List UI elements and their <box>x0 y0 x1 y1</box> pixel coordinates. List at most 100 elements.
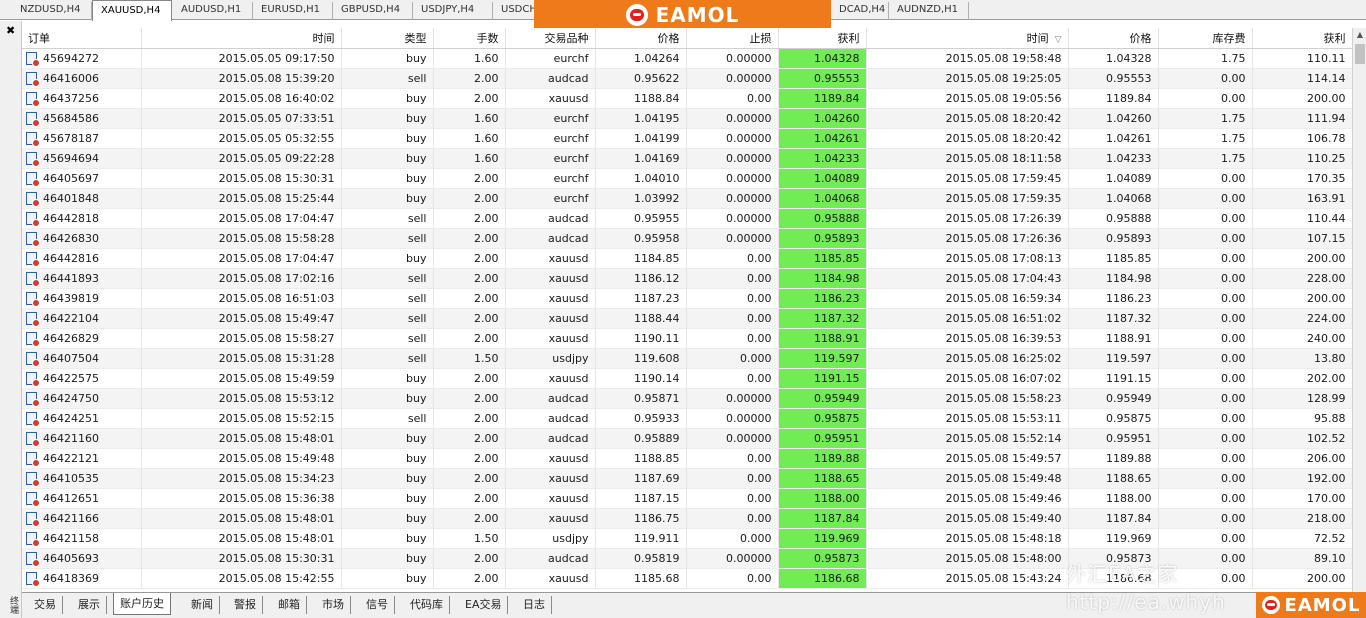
order-number: 46437256 <box>43 91 99 105</box>
cell-open-price: 1187.15 <box>595 488 687 509</box>
chart-tab-usdchf[interactable]: USDCH <box>493 2 535 20</box>
tab-code-base[interactable]: 代码库 <box>404 596 450 614</box>
cell-close-price: 0.95949 <box>1068 388 1159 409</box>
table-row[interactable]: 46412651 2015.05.08 15:36:38 buy 2.00 xauusd… <box>22 488 1352 509</box>
tab-market[interactable]: 市场 <box>316 596 351 614</box>
cell-type: sell <box>341 408 434 429</box>
closed-order-icon <box>26 171 40 187</box>
order-number: 46421160 <box>43 431 99 445</box>
table-row[interactable]: 45694694 2015.05.05 09:22:28 buy 1.60 eurchf… <box>22 148 1352 169</box>
table-row[interactable]: 46442816 2015.05.08 17:04:47 buy 2.00 xauusd… <box>22 248 1352 269</box>
table-row[interactable]: 46421160 2015.05.08 15:48:01 buy 2.00 audcad… <box>22 428 1352 449</box>
table-row[interactable]: 46410535 2015.05.08 15:34:23 buy 2.00 xauusd… <box>22 468 1352 489</box>
table-row[interactable]: 46424251 2015.05.08 15:52:15 sell 2.00 audca… <box>22 408 1352 429</box>
table-row[interactable]: 45678187 2015.05.05 05:32:55 buy 1.60 eurchf… <box>22 128 1352 149</box>
closed-order-icon <box>26 51 40 67</box>
cell-take-profit: 119.597 <box>778 348 867 369</box>
cell-symbol: xauusd <box>505 368 596 389</box>
tab-alerts[interactable]: 警报 <box>228 596 263 614</box>
col-swap[interactable]: 库存费 <box>1158 28 1253 49</box>
table-row[interactable]: 45694272 2015.05.05 09:17:50 buy 1.60 eurchf… <box>22 48 1352 69</box>
tab-trade[interactable]: 交易 <box>28 596 63 614</box>
cell-order: 46416006 <box>22 68 142 89</box>
chart-tab-xauusd[interactable]: XAUUSD,H4 <box>92 0 172 21</box>
cell-volume: 1.50 <box>433 348 506 369</box>
tab-mailbox[interactable]: 邮箱 <box>272 596 307 614</box>
chart-tab-audusd[interactable]: AUDUSD,H1 <box>173 2 253 20</box>
col-close-price[interactable]: 价格 <box>1068 28 1159 49</box>
cell-type: sell <box>341 68 434 89</box>
cell-stop-loss: 0.00000 <box>686 68 779 89</box>
tab-exposure[interactable]: 展示 <box>72 596 107 614</box>
cell-symbol: xauusd <box>505 288 596 309</box>
table-row[interactable]: 46407504 2015.05.08 15:31:28 sell 1.50 usdjp… <box>22 348 1352 369</box>
chart-tab-eurusd[interactable]: EURUSD,H1 <box>253 2 333 20</box>
chart-tab-usdcad[interactable]: DCAD,H4 <box>831 2 889 20</box>
col-symbol[interactable]: 交易品种 <box>505 28 596 49</box>
col-order[interactable]: 订单 <box>22 28 142 49</box>
scroll-thumb[interactable] <box>1355 44 1365 64</box>
cell-close-time: 2015.05.08 16:07:02 <box>866 368 1069 389</box>
cell-open-price: 0.95871 <box>595 388 687 409</box>
cell-open-time: 2015.05.08 16:40:02 <box>141 88 342 109</box>
cell-swap: 1.75 <box>1158 108 1253 129</box>
chart-tab-gbpusd[interactable]: GBPUSD,H4 <box>333 2 413 20</box>
col-stop-loss[interactable]: 止损 <box>686 28 779 49</box>
cell-type: buy <box>341 468 434 489</box>
terminal-label: 终端 <box>8 596 18 614</box>
table-row[interactable]: 46424750 2015.05.08 15:53:12 buy 2.00 audcad… <box>22 388 1352 409</box>
col-open-price[interactable]: 价格 <box>595 28 687 49</box>
cell-stop-loss: 0.00000 <box>686 108 779 129</box>
cell-symbol: usdjpy <box>505 528 596 549</box>
cell-volume: 2.00 <box>433 568 506 589</box>
cell-take-profit: 1186.68 <box>778 568 867 589</box>
cell-profit: 200.00 <box>1252 248 1352 269</box>
cell-open-price: 1188.84 <box>595 88 687 109</box>
table-row[interactable]: 46421166 2015.05.08 15:48:01 buy 2.00 xauusd… <box>22 508 1352 529</box>
table-row[interactable]: 46442818 2015.05.08 17:04:47 sell 2.00 audca… <box>22 208 1352 229</box>
cell-close-time: 2015.05.08 16:51:02 <box>866 308 1069 329</box>
order-number: 45694694 <box>43 151 99 165</box>
cell-open-price: 1.03992 <box>595 188 687 209</box>
chart-tab-nzdusd[interactable]: NZDUSD,H4 <box>12 2 92 20</box>
cell-profit: 107.15 <box>1252 228 1352 249</box>
col-open-time[interactable]: 时间 <box>141 28 342 49</box>
tab-journal[interactable]: 日志 <box>517 596 552 614</box>
cell-close-time: 2015.05.08 16:39:53 <box>866 328 1069 349</box>
table-row[interactable]: 46416006 2015.05.08 15:39:20 sell 2.00 audca… <box>22 68 1352 89</box>
chart-tab-audnzd[interactable]: AUDNZD,H1 <box>889 2 969 20</box>
scroll-up-icon[interactable]: ▲ <box>1355 30 1365 40</box>
table-row[interactable]: 46421158 2015.05.08 15:48:01 buy 1.50 usdjpy… <box>22 528 1352 549</box>
col-close-time[interactable]: 时间 ▽ <box>866 28 1069 49</box>
cell-open-time: 2015.05.08 15:49:47 <box>141 308 342 329</box>
cell-open-time: 2015.05.08 15:52:15 <box>141 408 342 429</box>
close-icon[interactable]: ✖ <box>6 24 15 37</box>
table-row[interactable]: 45684586 2015.05.05 07:33:51 buy 1.60 eurchf… <box>22 108 1352 129</box>
table-row[interactable]: 46426829 2015.05.08 15:58:27 sell 2.00 xauus… <box>22 328 1352 349</box>
vertical-scrollbar[interactable]: ▲ <box>1352 28 1366 592</box>
table-row[interactable]: 46422121 2015.05.08 15:49:48 buy 2.00 xauusd… <box>22 448 1352 469</box>
col-volume[interactable]: 手数 <box>433 28 506 49</box>
table-row[interactable]: 46439819 2015.05.08 16:51:03 sell 2.00 xauus… <box>22 288 1352 309</box>
cell-order: 46439819 <box>22 288 142 309</box>
cell-take-profit: 0.95951 <box>778 428 867 449</box>
col-profit[interactable]: 获利 <box>1252 28 1352 49</box>
table-row[interactable]: 46441893 2015.05.08 17:02:16 sell 2.00 xauus… <box>22 268 1352 289</box>
table-row[interactable]: 46401848 2015.05.08 15:25:44 buy 2.00 eurchf… <box>22 188 1352 209</box>
table-row[interactable]: 46422575 2015.05.08 15:49:59 buy 2.00 xauusd… <box>22 368 1352 389</box>
tab-signals[interactable]: 信号 <box>360 596 395 614</box>
closed-order-icon <box>26 211 40 227</box>
cell-close-time: 2015.05.08 17:04:43 <box>866 268 1069 289</box>
tab-account-history[interactable]: 账户历史 <box>113 593 171 615</box>
chart-tab-usdjpy[interactable]: USDJPY,H4 <box>413 2 493 20</box>
col-take-profit[interactable]: 获利 <box>778 28 867 49</box>
cell-open-time: 2015.05.05 07:33:51 <box>141 108 342 129</box>
col-type[interactable]: 类型 <box>341 28 434 49</box>
tab-experts[interactable]: EA交易 <box>459 596 509 614</box>
table-row[interactable]: 46437256 2015.05.08 16:40:02 buy 2.00 xauusd… <box>22 88 1352 109</box>
table-row[interactable]: 46426830 2015.05.08 15:58:28 sell 2.00 audca… <box>22 228 1352 249</box>
account-history-table: 订单 时间 类型 手数 交易品种 价格 止损 获利 时间 ▽ 价格 库存费 获利 … <box>22 28 1352 592</box>
tab-news[interactable]: 新闻 <box>185 596 220 614</box>
table-row[interactable]: 46422104 2015.05.08 15:49:47 sell 2.00 xauus… <box>22 308 1352 329</box>
table-row[interactable]: 46405697 2015.05.08 15:30:31 buy 2.00 eurchf… <box>22 168 1352 189</box>
